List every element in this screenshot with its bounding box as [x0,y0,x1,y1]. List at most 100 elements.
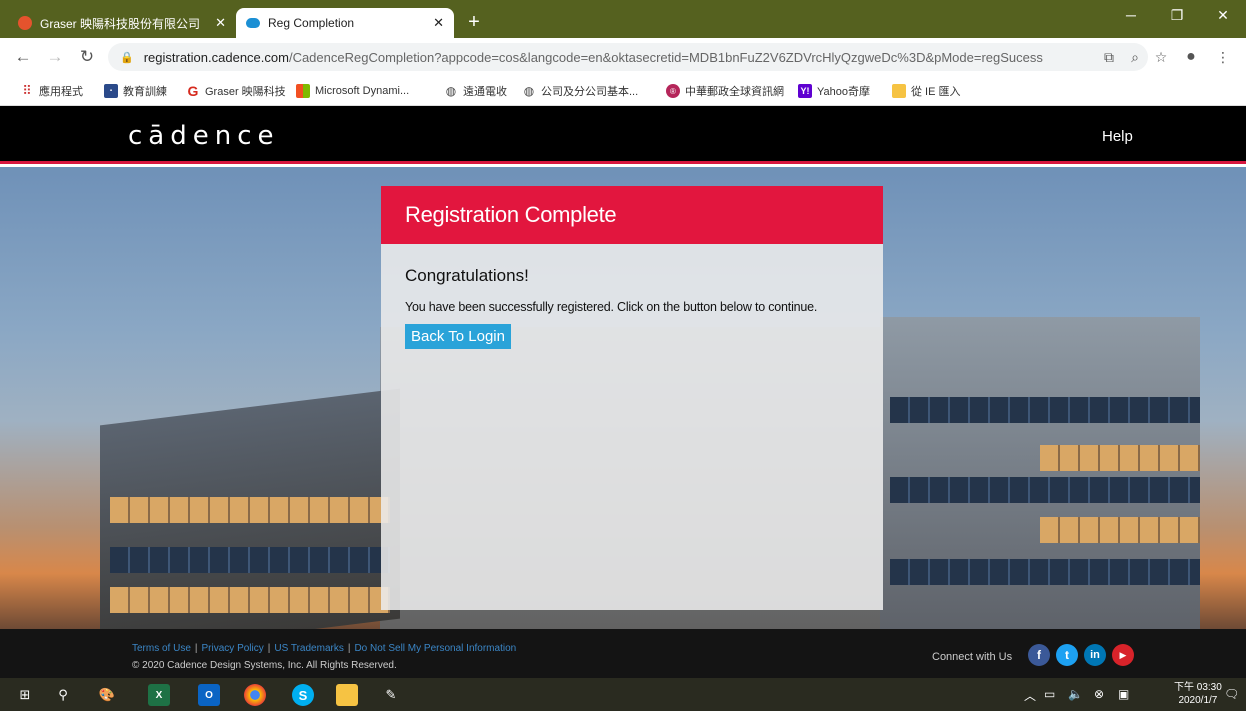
close-tab-icon[interactable]: ✕ [433,15,444,31]
bookmark-label: 教育訓練 [123,86,167,98]
bookmark-label: 中華郵政全球資訊網 [685,86,784,98]
url-host: registration.cadence.com [143,49,289,65]
globe-icon: ◍ [523,84,535,98]
twitter-icon[interactable]: t [1056,644,1078,666]
bookmark-label: 公司及分公司基本... [541,86,639,98]
tab-title: Graser 映陽科技股份有限公司 [40,16,201,31]
us-trademarks-link[interactable]: US Trademarks [274,643,343,654]
url-text: registration.cadence.com/CadenceRegCompl… [144,50,1043,65]
copyright-text: © 2020 Cadence Design Systems, Inc. All … [132,660,397,671]
globe-icon: ◍ [445,84,457,98]
bookmark-label: 遠通電收 [463,86,507,98]
browser-tab-strip: Graser 映陽科技股份有限公司 ✕ Reg Completion ✕ + ─… [0,0,1246,38]
yahoo-icon: Y! [798,84,812,98]
bookmark-ie-import[interactable]: 從 IE 匯入 [892,82,961,100]
excel-icon[interactable]: X [148,684,170,706]
paint-brush-icon[interactable]: ✎ [380,684,402,706]
bookmark-microsoft[interactable]: Microsoft Dynami... [296,82,409,100]
graser-g-icon: G [187,83,199,99]
salesforce-cloud-icon [246,18,260,28]
connect-label: Connect with Us [932,651,1013,663]
terms-of-use-link[interactable]: Terms of Use [132,643,191,654]
browser-toolbar: ← → ↻ 🔒 registration.cadence.com/Cadence… [0,38,1246,74]
tab-title: Reg Completion [268,16,355,30]
volume-icon[interactable]: 🔈 [1068,687,1083,701]
post-office-icon: ® [666,84,680,98]
bookmark-apps[interactable]: ⠿ 應用程式 [20,82,83,100]
search-icon[interactable]: ⚲ [52,684,74,706]
minimize-icon[interactable]: ─ [1108,0,1154,30]
menu-kebab-icon[interactable]: ⋮ [1212,46,1234,68]
congratulations-heading: Congratulations! [405,266,529,285]
chrome-icon[interactable] [244,684,266,706]
translate-icon[interactable]: ⧉ [1098,46,1120,68]
bookmark-label: Graser 映陽科技 [205,86,286,98]
bookmark-star-icon[interactable]: ☆ [1150,46,1172,68]
cadence-logo[interactable]: cādence [128,121,280,151]
apps-grid-icon: ⠿ [22,83,32,98]
tray-chevron-icon[interactable]: ︿ [1024,687,1036,704]
profile-avatar-icon[interactable]: ● [1180,46,1202,68]
graser-favicon-icon [18,16,32,30]
window-row [110,587,390,613]
bookmark-label: 應用程式 [39,86,83,98]
youtube-icon[interactable]: ▶ [1112,644,1134,666]
card-title: Registration Complete [381,186,883,244]
facebook-icon[interactable]: f [1028,644,1050,666]
new-tab-button[interactable]: + [462,11,486,35]
paint-icon[interactable]: 🎨 [96,684,118,706]
forward-arrow-icon[interactable]: → [44,46,66,68]
card-body: Congratulations! You have been successfu… [381,244,883,371]
back-arrow-icon[interactable]: ← [12,46,34,68]
window-row [110,497,390,523]
restore-icon[interactable]: ❐ [1154,0,1200,30]
window-row [1040,517,1200,543]
close-tab-icon[interactable]: ✕ [215,15,226,31]
training-icon: ▪ [104,84,118,98]
network-icon[interactable]: ▭ [1044,687,1055,701]
bookmark-label: Microsoft Dynami... [315,85,410,97]
bookmark-yahoo[interactable]: Y! Yahoo奇摩 [798,82,870,100]
linkedin-icon[interactable]: in [1084,644,1106,666]
back-to-login-button[interactable]: Back To Login [405,324,511,349]
bookmark-post[interactable]: ® 中華郵政全球資訊網 [666,82,784,100]
success-message: You have been successfully registered. C… [405,300,818,314]
status-x-icon[interactable]: ⊗ [1094,687,1104,701]
notification-icon[interactable]: 🗨 [1224,687,1239,701]
window-row [110,547,390,573]
bookmark-company[interactable]: ◍ 公司及分公司基本... [522,82,638,100]
help-link[interactable]: Help [1102,128,1133,145]
url-path: /CadenceRegCompletion?appcode=cos&langco… [288,49,1043,65]
microsoft-logo-icon [296,84,310,98]
registration-card: Registration Complete Congratulations! Y… [381,186,883,610]
bookmark-etc[interactable]: ◍ 遠通電收 [444,82,507,100]
window-row [890,397,1200,423]
tab-graser[interactable]: Graser 映陽科技股份有限公司 ✕ [8,8,236,38]
taskbar-clock[interactable]: 下午 03:30 2020/1/7 [1174,681,1222,707]
site-header: cādence Help [0,106,1246,164]
privacy-policy-link[interactable]: Privacy Policy [202,643,264,654]
bookmark-training[interactable]: ▪ 教育訓練 [104,82,167,100]
do-not-sell-link[interactable]: Do Not Sell My Personal Information [354,643,516,654]
window-row [890,559,1200,585]
outlook-icon[interactable]: O [198,684,220,706]
site-footer: Terms of Use | Privacy Policy | US Trademark… [0,629,1246,678]
windows-taskbar: ⊞ ⚲ 🎨 X O S ✎ ︿ ▭ 🔈 ⊗ ▣ 下午 03:30 2020/1/… [0,678,1246,711]
bookmarks-bar: ⠿ 應用程式 ▪ 教育訓練 G Graser 映陽科技 Microsoft Dynam… [0,74,1246,106]
clock-time: 下午 03:30 [1174,682,1222,693]
ime-icon[interactable]: ▣ [1118,687,1129,701]
lock-icon: 🔒 [120,51,134,64]
window-row [890,477,1200,503]
tab-reg-completion[interactable]: Reg Completion ✕ [236,8,454,38]
windows-start-icon[interactable]: ⊞ [14,684,36,706]
close-window-icon[interactable]: ✕ [1200,0,1246,30]
address-bar[interactable]: 🔒 registration.cadence.com/CadenceRegCom… [108,43,1148,71]
skype-icon[interactable]: S [292,684,314,706]
footer-links: Terms of Use | Privacy Policy | US Trademark… [132,643,517,654]
bookmark-graser[interactable]: G Graser 映陽科技 [186,82,286,100]
zoom-icon[interactable]: ⌕ [1124,46,1146,68]
reload-icon[interactable]: ↻ [76,46,98,68]
folder-icon [892,84,906,98]
file-explorer-icon[interactable] [336,684,358,706]
bookmark-label: Yahoo奇摩 [817,86,870,98]
